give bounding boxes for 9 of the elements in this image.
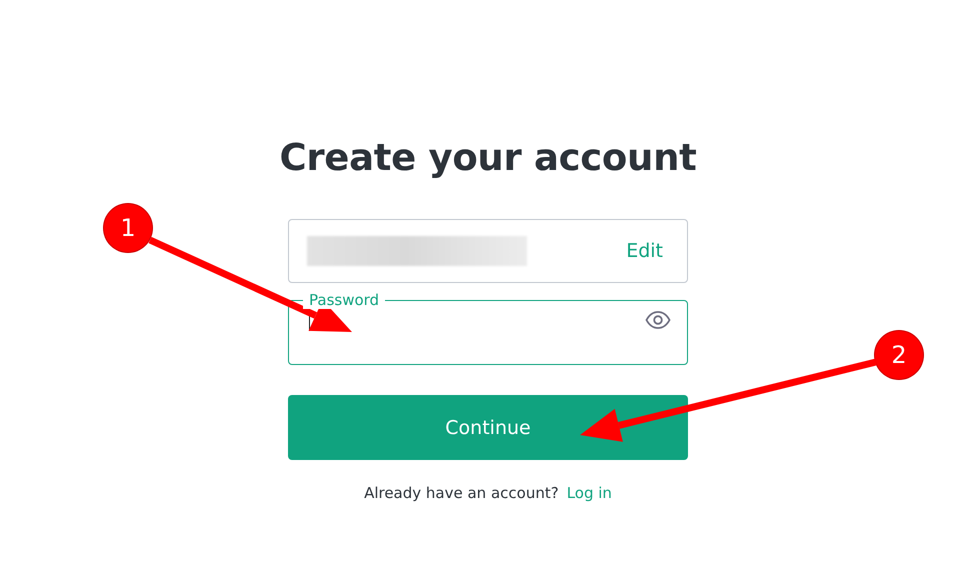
email-field[interactable]: Edit xyxy=(288,219,688,283)
callout-badge: 1 xyxy=(104,204,152,252)
login-prompt: Already have an account? xyxy=(364,484,559,502)
login-link[interactable]: Log in xyxy=(566,484,612,502)
continue-button[interactable]: Continue xyxy=(288,395,688,460)
page-title: Create your account xyxy=(279,136,697,179)
eye-icon[interactable] xyxy=(645,311,671,329)
edit-link[interactable]: Edit xyxy=(626,240,663,262)
callout-badge: 2 xyxy=(875,331,923,379)
